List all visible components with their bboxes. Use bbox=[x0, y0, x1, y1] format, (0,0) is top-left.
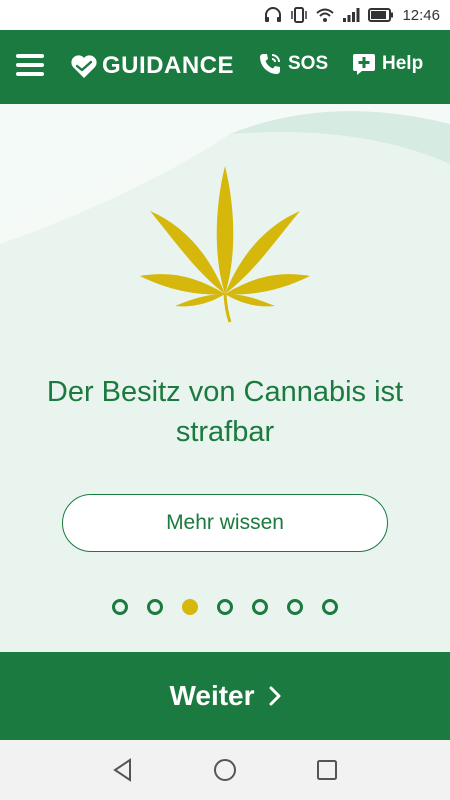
next-label: Weiter bbox=[169, 680, 255, 711]
sos-button[interactable]: SOS bbox=[258, 52, 328, 76]
help-button[interactable]: Help bbox=[352, 52, 423, 76]
help-label: Help bbox=[382, 53, 424, 74]
vibrate-icon bbox=[291, 7, 308, 23]
status-time: 12:46 bbox=[402, 6, 440, 24]
hamburger-menu-icon[interactable] bbox=[16, 54, 46, 78]
battery-icon bbox=[368, 8, 394, 22]
page-dot-active[interactable] bbox=[182, 599, 198, 615]
app-header: GUIDANCE SOS Help bbox=[0, 30, 450, 104]
cannabis-leaf-icon bbox=[140, 166, 310, 323]
slide-panel[interactable]: Der Besitz von Cannabis ist strafbar Meh… bbox=[0, 104, 450, 652]
more-info-button[interactable]: Mehr wissen bbox=[62, 494, 388, 552]
heart-hands-icon bbox=[71, 55, 97, 78]
chat-plus-icon bbox=[353, 54, 375, 75]
page-dot[interactable] bbox=[147, 599, 163, 615]
phone-icon bbox=[260, 54, 280, 74]
home-circle-icon[interactable] bbox=[212, 757, 238, 783]
page-dot[interactable] bbox=[287, 599, 303, 615]
chevron-right-icon bbox=[269, 686, 281, 706]
page-dot[interactable] bbox=[112, 599, 128, 615]
page-dot[interactable] bbox=[252, 599, 268, 615]
app-logo: GUIDANCE bbox=[70, 52, 234, 80]
recents-square-icon[interactable] bbox=[314, 757, 340, 783]
logo-text: GUIDANCE bbox=[102, 52, 235, 79]
next-button[interactable]: Weiter bbox=[0, 652, 450, 740]
page-dot[interactable] bbox=[322, 599, 338, 615]
status-bar: 12:46 bbox=[0, 0, 450, 30]
page-indicator bbox=[0, 599, 450, 619]
system-nav-bar bbox=[0, 740, 450, 800]
page-dot[interactable] bbox=[217, 599, 233, 615]
sos-label: SOS bbox=[288, 53, 329, 74]
wifi-icon bbox=[316, 8, 335, 22]
back-triangle-icon[interactable] bbox=[110, 757, 136, 783]
slide-headline: Der Besitz von Cannabis ist strafbar bbox=[46, 376, 404, 448]
signal-icon bbox=[343, 8, 360, 22]
headphones-icon bbox=[265, 7, 282, 22]
